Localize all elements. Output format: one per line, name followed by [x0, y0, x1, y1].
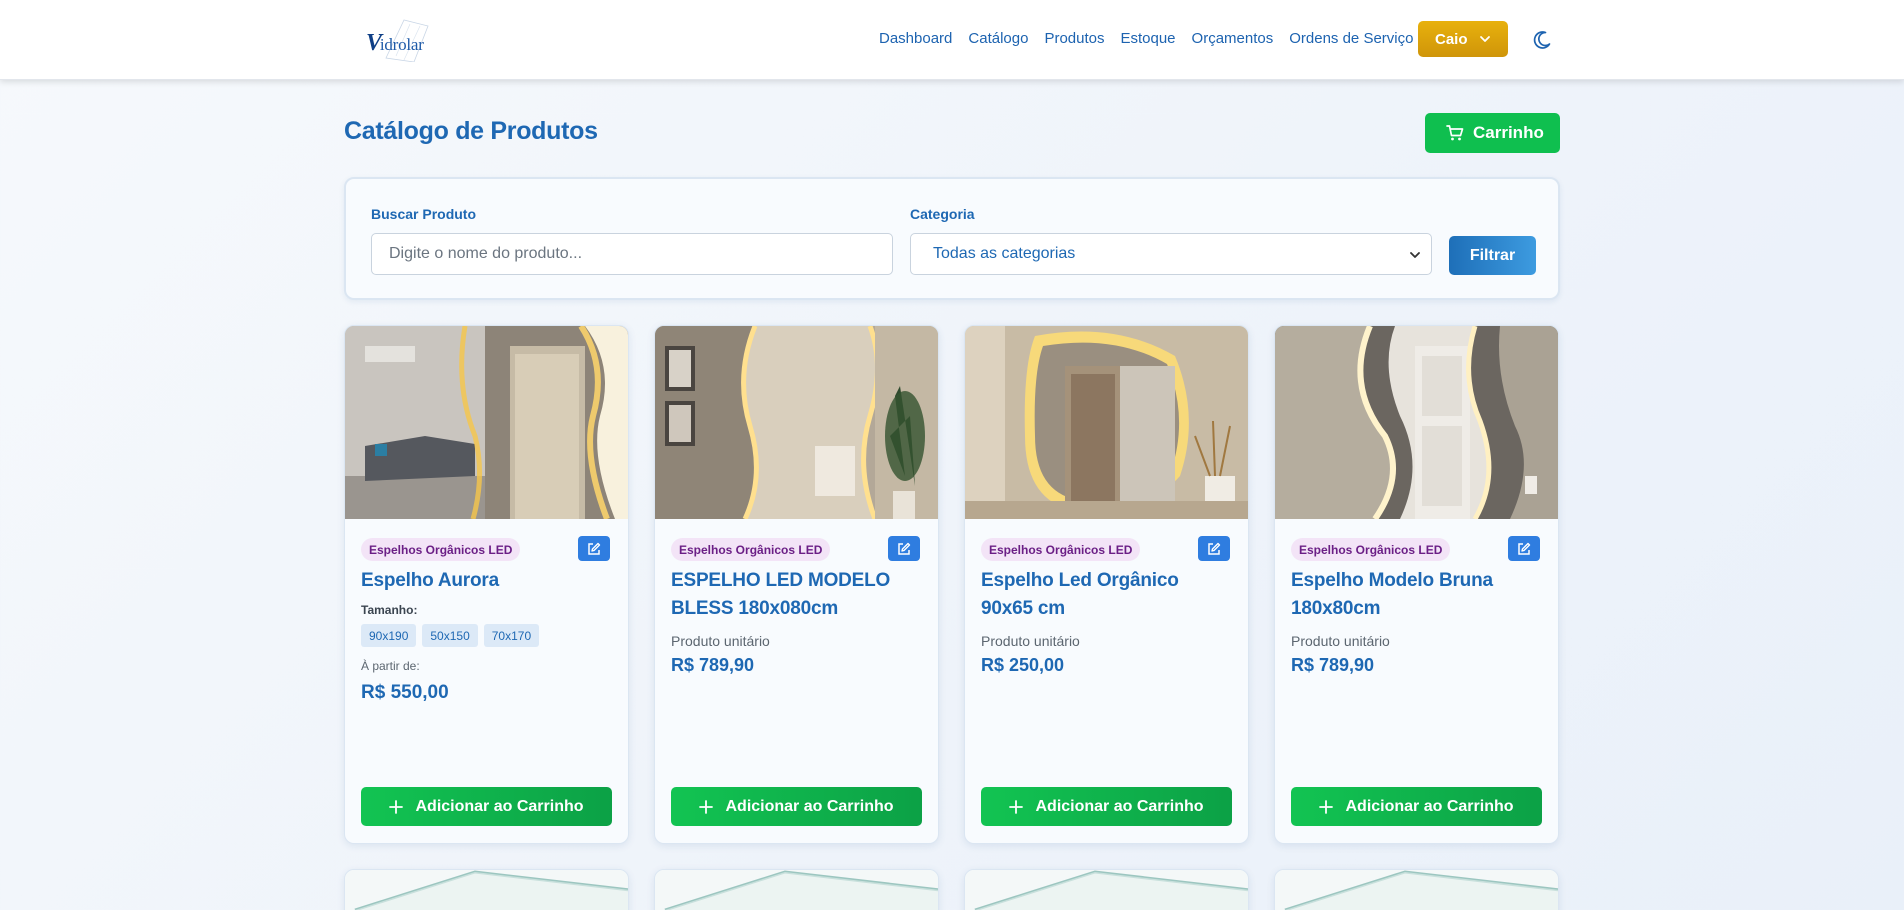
- product-image: [965, 326, 1248, 519]
- nav-produtos[interactable]: Produtos: [1044, 28, 1104, 50]
- brand-logo[interactable]: Vidrolar: [360, 18, 440, 62]
- nav-links: Dashboard Catálogo Produtos Estoque Orça…: [879, 28, 1429, 50]
- category-label: Categoria: [910, 206, 975, 222]
- add-to-cart-button[interactable]: Adicionar ao Carrinho: [981, 787, 1232, 826]
- nav-ordens-servico[interactable]: Ordens de Serviço: [1289, 28, 1413, 50]
- filter-panel: Buscar Produto Categoria Todas as catego…: [344, 177, 1560, 300]
- plus-icon: [1009, 799, 1024, 814]
- product-image: [1275, 326, 1558, 519]
- user-menu-button[interactable]: Caio: [1418, 21, 1508, 57]
- product-name[interactable]: Espelho Modelo Bruna 180x80cm: [1291, 567, 1541, 623]
- brand-name: Vidrolar: [366, 30, 424, 56]
- product-price: R$ 789,90: [671, 655, 755, 675]
- filter-button[interactable]: Filtrar: [1449, 236, 1536, 275]
- navbar: Vidrolar Dashboard Catálogo Produtos Est…: [0, 0, 1904, 80]
- product-price: R$ 550,00: [361, 682, 449, 703]
- category-badge: Espelhos Orgânicos LED: [981, 538, 1141, 561]
- edit-button[interactable]: [1198, 536, 1230, 561]
- moon-icon[interactable]: [1531, 29, 1553, 51]
- cart-label: Carrinho: [1473, 123, 1544, 142]
- from-label: À partir de:: [361, 659, 420, 673]
- product-image: [655, 326, 938, 519]
- product-image: [345, 870, 628, 910]
- product-card-partial: [964, 869, 1249, 910]
- size-options: 90x190 50x150 70x170: [361, 624, 540, 647]
- add-to-cart-button[interactable]: Adicionar ao Carrinho: [1291, 787, 1542, 826]
- edit-icon: [1518, 542, 1531, 555]
- product-image: [345, 326, 628, 519]
- product-card: Espelhos Orgânicos LED ESPELHO LED MODEL…: [654, 325, 939, 844]
- product-price: R$ 789,90: [1291, 655, 1375, 675]
- edit-button[interactable]: [1508, 536, 1540, 561]
- category-badge: Espelhos Orgânicos LED: [671, 538, 831, 561]
- add-to-cart-label: Adicionar ao Carrinho: [415, 797, 584, 815]
- product-price: R$ 250,00: [981, 655, 1065, 675]
- product-name[interactable]: Espelho Led Orgânico 90x65 cm: [981, 567, 1231, 623]
- unit-label: Produto unitário: [1291, 633, 1390, 649]
- add-to-cart-label: Adicionar ao Carrinho: [725, 797, 894, 815]
- edit-button[interactable]: [888, 536, 920, 561]
- chevron-down-icon: [1410, 252, 1420, 258]
- plus-icon: [699, 799, 714, 814]
- size-chip[interactable]: 70x170: [483, 624, 540, 647]
- search-label: Buscar Produto: [371, 206, 477, 222]
- nav-catalogo[interactable]: Catálogo: [968, 28, 1028, 50]
- product-card-partial: [1274, 869, 1559, 910]
- product-name[interactable]: ESPELHO LED MODELO BLESS 180x080cm: [671, 567, 921, 623]
- unit-label: Produto unitário: [981, 633, 1080, 649]
- add-to-cart-label: Adicionar ao Carrinho: [1035, 797, 1204, 815]
- search-input[interactable]: [371, 233, 893, 275]
- product-card-partial: [344, 869, 629, 910]
- nav-estoque[interactable]: Estoque: [1120, 28, 1175, 50]
- category-badge: Espelhos Orgânicos LED: [361, 538, 521, 561]
- cart-icon: [1446, 125, 1464, 141]
- edit-button[interactable]: [578, 536, 610, 561]
- cart-button[interactable]: Carrinho: [1425, 113, 1560, 153]
- size-label: Tamanho:: [361, 603, 418, 617]
- category-badge: Espelhos Orgânicos LED: [1291, 538, 1451, 561]
- user-name: Caio: [1435, 30, 1468, 48]
- product-image: [1275, 870, 1558, 910]
- add-to-cart-label: Adicionar ao Carrinho: [1345, 797, 1514, 815]
- page-title: Catálogo de Produtos: [344, 117, 598, 145]
- product-card: Espelhos Orgânicos LED Espelho Modelo Br…: [1274, 325, 1559, 844]
- edit-icon: [1208, 542, 1221, 555]
- plus-icon: [1319, 799, 1334, 814]
- category-selected-value: Todas as categorias: [933, 245, 1076, 262]
- add-to-cart-button[interactable]: Adicionar ao Carrinho: [361, 787, 612, 826]
- product-image: [965, 870, 1248, 910]
- nav-dashboard[interactable]: Dashboard: [879, 28, 952, 50]
- chevron-down-icon: [1480, 36, 1490, 42]
- size-chip[interactable]: 90x190: [361, 624, 417, 647]
- size-chip[interactable]: 50x150: [422, 624, 478, 647]
- product-card: Espelhos Orgânicos LED Espelho Led Orgân…: [964, 325, 1249, 844]
- unit-label: Produto unitário: [671, 633, 770, 649]
- product-image: [655, 870, 938, 910]
- nav-orcamentos[interactable]: Orçamentos: [1192, 28, 1274, 50]
- edit-icon: [588, 542, 601, 555]
- add-to-cart-button[interactable]: Adicionar ao Carrinho: [671, 787, 922, 826]
- product-card-partial: [654, 869, 939, 910]
- plus-icon: [389, 799, 404, 814]
- edit-icon: [898, 542, 911, 555]
- product-name[interactable]: Espelho Aurora: [361, 567, 611, 595]
- product-card: Espelhos Orgânicos LED Espelho Aurora Ta…: [344, 325, 629, 844]
- category-select[interactable]: Todas as categorias: [910, 233, 1432, 275]
